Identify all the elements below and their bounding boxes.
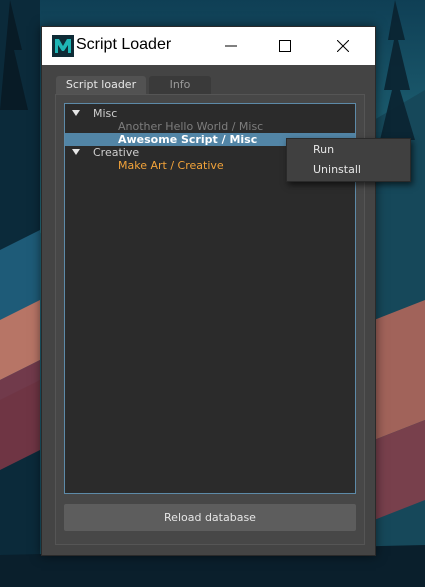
expand-arrow-icon[interactable] — [72, 110, 80, 116]
menu-item-label: Uninstall — [313, 163, 361, 176]
menu-item-run[interactable]: Run — [287, 140, 410, 160]
window-title: Script Loader — [76, 36, 172, 53]
menu-item-uninstall[interactable]: Uninstall — [287, 160, 410, 180]
context-menu: Run Uninstall — [286, 138, 411, 182]
minimize-button[interactable] — [208, 27, 254, 65]
expand-arrow-icon[interactable] — [72, 149, 80, 155]
maximize-icon — [279, 40, 291, 52]
minimize-icon — [225, 45, 237, 47]
menu-item-label: Run — [313, 143, 335, 156]
maximize-button[interactable] — [262, 27, 308, 65]
category-label: Misc — [93, 107, 118, 120]
tab-info[interactable]: Info — [149, 76, 211, 94]
reload-database-button[interactable]: Reload database — [64, 504, 356, 531]
tree-category-misc[interactable]: Misc — [65, 107, 355, 120]
category-label: Creative — [93, 146, 140, 159]
tab-script-loader[interactable]: Script loader — [56, 76, 146, 94]
script-label: Make Art / Creative — [118, 159, 224, 172]
title-bar[interactable]: Script Loader — [42, 27, 375, 65]
script-loader-window: Script Loader Script loader Info Misc An… — [41, 26, 376, 556]
tree-item[interactable]: Another Hello World / Misc — [65, 120, 355, 133]
script-label: Awesome Script / Misc — [118, 133, 258, 146]
close-button[interactable] — [320, 27, 366, 65]
maya-m-icon — [52, 35, 74, 57]
close-icon — [337, 40, 349, 52]
script-label: Another Hello World / Misc — [118, 120, 264, 133]
